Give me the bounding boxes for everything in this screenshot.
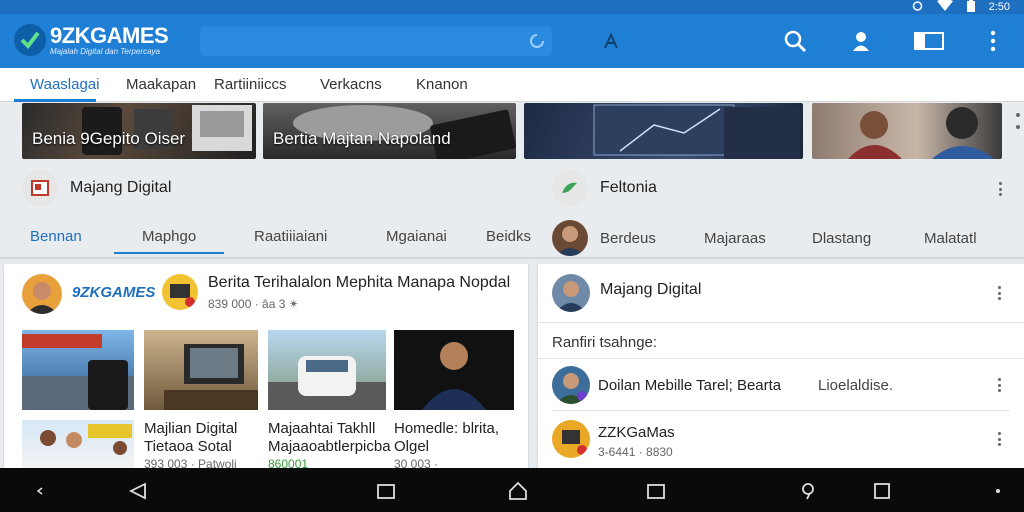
row-menu-icon[interactable]	[992, 376, 1006, 394]
subtab-right-1[interactable]: Majaraas	[704, 230, 766, 247]
search-box[interactable]	[200, 26, 552, 56]
tab-4[interactable]: Knanon	[416, 76, 468, 93]
side-card: Majang Digital Ranfiri tsahnge: Doilan M…	[538, 264, 1024, 468]
subtab-right-0[interactable]: Berdeus	[600, 230, 656, 247]
search-icon[interactable]	[780, 26, 810, 56]
cast-icon[interactable]	[914, 26, 944, 56]
wifi-icon	[936, 0, 953, 14]
window-icon[interactable]	[644, 480, 668, 502]
side-card-menu-icon[interactable]	[992, 284, 1006, 302]
section-left-title: Majang Digital	[70, 179, 172, 196]
row-avatar[interactable]	[552, 420, 590, 458]
app-tagline: Majalah Digital dan Terpercaya	[50, 46, 160, 56]
assistant-icon[interactable]	[796, 480, 820, 502]
feature-card-2[interactable]: Bertia Majtan Napoland	[263, 103, 516, 159]
overflow-menu-icon[interactable]	[978, 26, 1008, 56]
clock-text: 2:50	[988, 1, 1010, 13]
item-title-3a[interactable]: Homedle: blrita,	[394, 420, 499, 437]
subtab-left-2[interactable]: Raatiiiaiani	[254, 228, 327, 245]
status-bar: 2:50	[0, 0, 1024, 14]
feature-card-1[interactable]: Benia 9Gepito Oiser	[22, 103, 256, 159]
post-card[interactable]: 9ZKGAMES Berita Terihalalon Mephita Mana…	[4, 264, 528, 471]
feature-card-3[interactable]	[524, 103, 803, 159]
square-icon[interactable]	[870, 480, 894, 502]
tab-2[interactable]: Rartiiniiccs	[214, 76, 287, 93]
profile-icon[interactable]	[846, 26, 876, 56]
subtab-right-3[interactable]: Malatatl	[924, 230, 977, 247]
home-icon[interactable]	[506, 480, 530, 502]
active-tab-indicator	[14, 99, 96, 102]
chevron-right-icon[interactable]	[1014, 112, 1022, 135]
post-title[interactable]: Berita Terihalalon Mephita Manapa Nopdal	[208, 274, 510, 292]
main-tabs: Waaslagai Maakapan Rartiiniiccs Verkacns…	[0, 68, 1024, 102]
small-dot-icon[interactable]	[28, 480, 52, 502]
divider	[538, 322, 1024, 323]
subtab-left-3[interactable]: Mgaianai	[386, 228, 447, 245]
subtab-right-2[interactable]: Dlastang	[812, 230, 871, 247]
side-card-title: Majang Digital	[600, 281, 702, 298]
thumb-image-4[interactable]	[394, 330, 514, 410]
row-sub-2: 3-6441 · 8830	[598, 445, 673, 459]
section-left-header: Majang Digital	[22, 170, 171, 206]
tab-0[interactable]: Waaslagai	[30, 76, 99, 93]
brand-badge-icon	[162, 274, 198, 310]
system-nav-bar	[0, 468, 1024, 512]
item-title-2a[interactable]: Majaahtai Takhll	[268, 420, 375, 437]
bird-icon	[552, 170, 588, 206]
recents-icon[interactable]	[374, 480, 398, 502]
tab-1[interactable]: Maakapan	[126, 76, 196, 93]
dot-icon[interactable]	[986, 480, 1010, 502]
item-title-1a[interactable]: Majlian Digital	[144, 420, 237, 437]
translate-icon[interactable]	[596, 26, 626, 56]
search-input[interactable]	[200, 26, 552, 56]
section-right-title: Feltonia	[600, 179, 657, 196]
battery-icon	[966, 0, 975, 15]
feature-caption-1: Benia 9Gepito Oiser	[32, 129, 186, 148]
author-avatar[interactable]	[552, 274, 590, 312]
feature-caption-2: Bertia Majtan Napoland	[273, 129, 451, 148]
thumb-image-1[interactable]	[22, 330, 134, 410]
feature-card-4[interactable]	[812, 103, 1002, 159]
subtab-indicator	[114, 252, 224, 254]
author-avatar[interactable]	[22, 274, 62, 314]
logo-icon	[14, 24, 46, 56]
app-logo[interactable]: 9ZKGAMES Majalah Digital dan Terpercaya	[14, 22, 169, 56]
section-shadow	[0, 257, 1024, 260]
avatar[interactable]	[552, 220, 588, 256]
divider	[552, 410, 1010, 411]
section-menu-icon[interactable]	[993, 180, 1007, 198]
subtab-left-1[interactable]: Maphgo	[142, 228, 196, 245]
item-title-3b[interactable]: Olgel	[394, 438, 429, 455]
row-avatar[interactable]	[552, 366, 590, 404]
thumb-image-3[interactable]	[268, 330, 386, 410]
app-bar: 9ZKGAMES Majalah Digital dan Terpercaya	[0, 14, 1024, 68]
subtab-left-4[interactable]: Beidks	[486, 228, 531, 245]
row-menu-icon[interactable]	[992, 430, 1006, 448]
post-meta: 839 000 · âa 3 ✴	[208, 297, 299, 311]
section-right-header: Feltonia	[552, 170, 657, 206]
item-title-1b[interactable]: Tietaoa Sotal	[144, 438, 232, 455]
refresh-icon[interactable]	[528, 32, 546, 55]
row-title-2[interactable]: ZZKGaMas	[598, 424, 675, 441]
alarm-icon	[912, 0, 923, 14]
app-name: 9ZKGAMES	[50, 22, 169, 48]
post-brand: 9ZKGAMES	[72, 284, 156, 301]
thumb-image-2[interactable]	[144, 330, 258, 410]
thumb-image-5[interactable]	[22, 420, 134, 468]
tab-3[interactable]: Verkacns	[320, 76, 382, 93]
subtab-left-0[interactable]: Bennan	[30, 228, 82, 245]
divider	[538, 358, 1024, 359]
news-icon	[22, 170, 58, 206]
row-title-1[interactable]: Doilan Mebille Tarel; Bearta	[598, 377, 781, 394]
side-card-heading: Ranfiri tsahnge:	[552, 334, 658, 351]
item-title-2b[interactable]: Majaaoabtlerpicba	[268, 438, 391, 455]
back-icon[interactable]	[126, 480, 150, 502]
row-extra-1: Lioelaldise.	[818, 377, 894, 394]
